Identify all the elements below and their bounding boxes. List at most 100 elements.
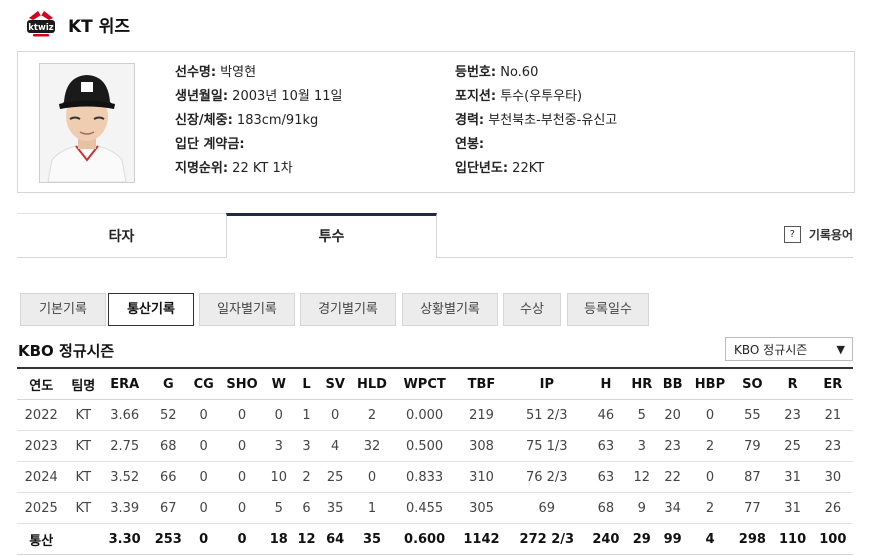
col-header: HBP xyxy=(687,368,733,400)
table-cell: 3.66 xyxy=(101,399,149,431)
col-header: SHO xyxy=(219,368,265,400)
svg-text:ktwiz: ktwiz xyxy=(28,23,53,33)
info-career: 경력: 부천북초-부천중-유신고 xyxy=(455,113,618,128)
player-info-left: 선수명: 박영현 생년월일: 2003년 10월 11일 신장/체중: 183c… xyxy=(175,61,343,181)
glossary-link[interactable]: ? 기록용어 xyxy=(783,226,853,243)
table-cell: 23 xyxy=(772,399,813,431)
table-cell: 76 2/3 xyxy=(507,461,586,493)
table-cell: 5 xyxy=(625,399,658,431)
table-cell: 3 xyxy=(625,430,658,462)
table-cell: 310 xyxy=(455,461,508,493)
table-cell: 30 xyxy=(812,461,853,493)
table-cell: 32 xyxy=(349,430,395,462)
subtab-game[interactable]: 경기별기록 xyxy=(300,293,396,326)
table-row: 2023 KT 2.75 68 0 0 3 3 4 32 0.500 308 7… xyxy=(17,430,853,462)
page-header: ktwiz KT 위즈 xyxy=(24,8,130,40)
chevron-down-icon: ▼ xyxy=(836,343,845,356)
position-tabs: 타자 투수 ? 기록용어 xyxy=(17,213,853,258)
table-row: 2025 KT 3.39 67 0 0 5 6 35 1 0.455 305 6… xyxy=(17,492,853,524)
table-cell: 2023 xyxy=(17,430,66,462)
table-cell: 0.600 xyxy=(394,523,456,555)
table-cell: 0 xyxy=(687,461,733,493)
table-cell: 31 xyxy=(772,492,813,524)
table-cell: 0 xyxy=(219,523,265,555)
table-cell: 77 xyxy=(732,492,773,524)
col-header: BB xyxy=(657,368,688,400)
col-header: TBF xyxy=(455,368,508,400)
table-cell: 6 xyxy=(292,492,321,524)
table-cell: 3.39 xyxy=(101,492,149,524)
table-cell: 0 xyxy=(188,523,220,555)
table-cell: 63 xyxy=(585,430,626,462)
table-cell: KT xyxy=(65,399,102,431)
table-cell: 240 xyxy=(585,523,626,555)
table-cell: 0.000 xyxy=(394,399,456,431)
subtab-daily[interactable]: 일자별기록 xyxy=(199,293,295,326)
table-cell: 23 xyxy=(812,430,853,462)
table-cell: 75 1/3 xyxy=(507,430,586,462)
season-select[interactable]: KBO 정규시즌 ▼ xyxy=(725,337,853,361)
team-title: KT 위즈 xyxy=(68,16,130,37)
subtab-registration-days[interactable]: 등록일수 xyxy=(567,293,649,326)
table-cell: 64 xyxy=(320,523,350,555)
info-name: 선수명: 박영현 xyxy=(175,65,257,80)
table-cell: 31 xyxy=(772,461,813,493)
player-info-right: 등번호: No.60 포지션: 투수(우투우타) 경력: 부천북초-부천중-유신… xyxy=(455,61,617,181)
season-select-value: KBO 정규시즌 xyxy=(734,343,808,357)
table-cell: 52 xyxy=(148,399,189,431)
table-cell: 3.30 xyxy=(101,523,149,555)
table-cell: 55 xyxy=(732,399,773,431)
table-cell: 253 xyxy=(148,523,189,555)
table-cell: 66 xyxy=(148,461,189,493)
table-cell: 0 xyxy=(188,399,220,431)
table-row: 2024 KT 3.52 66 0 0 10 2 25 0 0.833 310 … xyxy=(17,461,853,493)
table-cell: 305 xyxy=(455,492,508,524)
info-birthdate: 생년월일: 2003년 10월 11일 xyxy=(175,89,343,104)
table-cell: KT xyxy=(65,492,102,524)
table-header-row: 연도 팀명 ERA G CG SHO W L SV HLD WPCT TBF I… xyxy=(17,368,853,400)
table-cell: 3 xyxy=(292,430,321,462)
info-height-weight: 신장/체중: 183cm/91kg xyxy=(175,113,319,128)
table-cell: 35 xyxy=(320,492,350,524)
table-cell: 67 xyxy=(148,492,189,524)
table-cell: 0 xyxy=(188,430,220,462)
col-header: SO xyxy=(732,368,773,400)
col-header: G xyxy=(148,368,189,400)
table-cell: 99 xyxy=(657,523,688,555)
table-cell: 0 xyxy=(188,461,220,493)
subtab-basic[interactable]: 기본기록 xyxy=(20,293,106,326)
table-cell: 35 xyxy=(349,523,395,555)
table-cell: 68 xyxy=(148,430,189,462)
table-cell: 1 xyxy=(349,492,395,524)
table-cell: 298 xyxy=(732,523,773,555)
table-cell: 2 xyxy=(349,399,395,431)
table-cell: KT xyxy=(65,461,102,493)
tab-hitter[interactable]: 타자 xyxy=(17,213,226,257)
table-cell xyxy=(65,523,102,555)
col-header: ER xyxy=(812,368,853,400)
table-cell: 0.455 xyxy=(394,492,456,524)
table-row: 2022 KT 3.66 52 0 0 0 1 0 2 0.000 219 51… xyxy=(17,399,853,431)
table-cell: 0 xyxy=(264,399,293,431)
subtab-career[interactable]: 통산기록 xyxy=(108,293,194,326)
glossary-label: 기록용어 xyxy=(808,228,853,242)
info-signing-bonus: 입단 계약금: xyxy=(175,137,245,152)
col-header: HLD xyxy=(349,368,395,400)
kt-wiz-logo-icon: ktwiz xyxy=(24,9,58,39)
tab-pitcher[interactable]: 투수 xyxy=(226,213,437,258)
table-cell: 2.75 xyxy=(101,430,149,462)
subtab-awards[interactable]: 수상 xyxy=(503,293,561,326)
table-cell: 110 xyxy=(772,523,813,555)
table-cell: 5 xyxy=(264,492,293,524)
question-icon: ? xyxy=(783,226,801,243)
col-header: 연도 xyxy=(17,368,66,400)
table-cell: 1142 xyxy=(455,523,508,555)
info-position: 포지션: 투수(우투우타) xyxy=(455,89,583,104)
subtab-situation[interactable]: 상황별기록 xyxy=(402,293,498,326)
table-cell: 0 xyxy=(219,461,265,493)
col-header: ERA xyxy=(101,368,149,400)
table-cell: 87 xyxy=(732,461,773,493)
player-photo xyxy=(39,63,135,183)
table-cell: 100 xyxy=(812,523,853,555)
table-cell: 2022 xyxy=(17,399,66,431)
